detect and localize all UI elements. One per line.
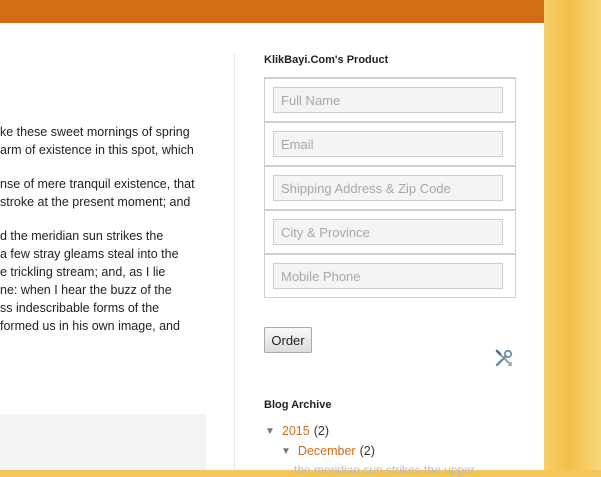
header-bar xyxy=(0,0,544,23)
email-input[interactable] xyxy=(273,131,503,157)
order-form xyxy=(264,77,516,298)
post-paragraph: ke these sweet mornings of spring arm of… xyxy=(0,123,212,159)
post-line: nse of mere tranquil existence, that xyxy=(0,177,195,191)
mobile-phone-input[interactable] xyxy=(273,263,503,289)
tools-icon[interactable] xyxy=(494,348,514,368)
post-line: ss indescribable forms of the xyxy=(0,301,160,315)
archive-month-item: ▼ December (2) xyxy=(281,444,375,458)
archive-year-link[interactable]: 2015 xyxy=(282,424,310,438)
page-content: ke these sweet mornings of spring arm of… xyxy=(0,0,544,477)
post-line: ne: when I hear the buzz of the xyxy=(0,283,172,297)
form-row xyxy=(265,79,515,123)
form-row xyxy=(265,255,515,297)
post-line: a few stray gleams steal into the xyxy=(0,247,179,261)
post-line: stroke at the present moment; and xyxy=(0,195,191,209)
full-name-input[interactable] xyxy=(273,87,503,113)
archive-year-item: ▼ 2015 (2) xyxy=(265,424,329,438)
post-body: ke these sweet mornings of spring arm of… xyxy=(0,123,212,351)
form-row xyxy=(265,211,515,255)
blog-archive-title: Blog Archive xyxy=(264,399,332,411)
order-button[interactable]: Order xyxy=(264,327,312,353)
product-widget-title: KlikBayi.Com's Product xyxy=(264,54,389,66)
collapse-triangle-icon[interactable]: ▼ xyxy=(281,446,291,457)
archive-month-count: (2) xyxy=(359,444,375,458)
post-line: formed us in his own image, and xyxy=(0,319,180,333)
post-line: ke these sweet mornings of spring xyxy=(0,125,190,139)
archive-month-link[interactable]: December xyxy=(298,444,356,458)
post-line: d the meridian sun strikes the xyxy=(0,229,164,243)
archive-year-count: (2) xyxy=(313,424,329,438)
city-province-input[interactable] xyxy=(273,219,503,245)
form-row xyxy=(265,167,515,211)
page-background xyxy=(544,0,601,470)
post-paragraph: nse of mere tranquil existence, that str… xyxy=(0,175,212,211)
shipping-address-input[interactable] xyxy=(273,175,503,201)
collapse-triangle-icon[interactable]: ▼ xyxy=(265,426,275,437)
post-paragraph: d the meridian sun strikes the a few str… xyxy=(0,227,212,335)
post-footer-box xyxy=(0,414,206,470)
archive-post-link[interactable]: the meridian sun strikes the upper xyxy=(294,463,475,477)
sidebar-divider xyxy=(234,53,235,470)
post-line: arm of existence in this spot, which xyxy=(0,143,194,157)
post-line: e trickling stream; and, as I lie xyxy=(0,265,166,279)
form-row xyxy=(265,123,515,167)
